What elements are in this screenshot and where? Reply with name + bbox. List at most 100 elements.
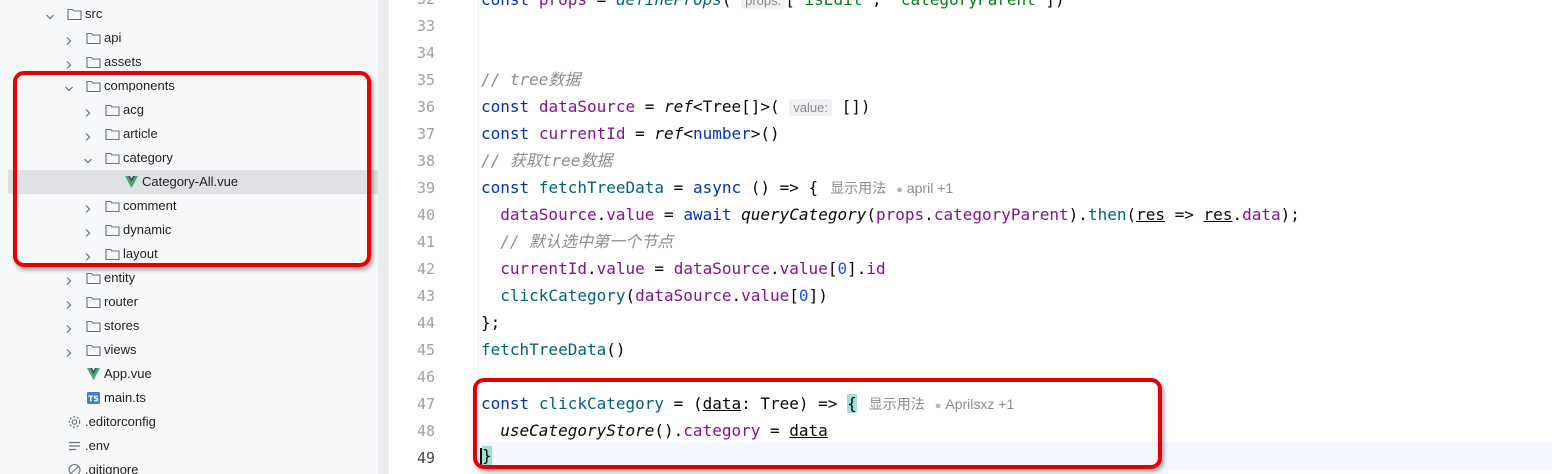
tree-item[interactable]: category xyxy=(0,146,378,170)
code-line-37[interactable]: const currentId = ref<number>() xyxy=(481,120,780,147)
line-number: 40 xyxy=(416,206,435,224)
panel-splitter[interactable] xyxy=(378,0,389,474)
folder-icon xyxy=(67,7,82,21)
code-line-32[interactable]: const props = defineProps( props:['isEdi… xyxy=(481,0,1065,13)
tree-item[interactable]: Category-All.vue xyxy=(8,170,378,194)
tree-item[interactable]: .gitignore xyxy=(0,458,378,474)
chevron-right-icon[interactable] xyxy=(83,105,93,117)
vue-file-icon xyxy=(124,175,139,189)
tree-item[interactable]: layout xyxy=(0,242,378,266)
tree-item-label: category xyxy=(123,150,173,165)
tree-item[interactable]: TS main.ts xyxy=(0,386,378,410)
line-number: 43 xyxy=(416,287,435,305)
tree-item-label: main.ts xyxy=(104,390,146,405)
tree-item-label: comment xyxy=(123,198,177,213)
line-number: 39 xyxy=(416,179,435,197)
tree-item-label: src xyxy=(85,6,103,21)
code-line-43[interactable]: clickCategory(dataSource.value[0]) xyxy=(481,282,828,309)
line-number: 42 xyxy=(416,260,435,278)
chevron-right-icon[interactable] xyxy=(64,57,74,69)
tree-item[interactable]: App.vue xyxy=(0,362,378,386)
tree-item-label: components xyxy=(104,78,175,93)
chevron-right-icon[interactable] xyxy=(64,345,74,357)
folder-icon xyxy=(105,151,120,165)
tree-item[interactable]: entity xyxy=(0,266,378,290)
tree-item-label: dynamic xyxy=(123,222,172,237)
folder-icon xyxy=(105,223,120,237)
folder-icon xyxy=(105,199,120,213)
folder-icon xyxy=(86,319,101,333)
settings-file-icon xyxy=(67,415,82,429)
line-number: 47 xyxy=(416,395,435,413)
code-line-36[interactable]: const dataSource = ref<Tree[]>( value: [… xyxy=(481,93,871,120)
vue-file-icon xyxy=(86,367,101,381)
folder-icon xyxy=(86,343,101,357)
tree-item[interactable]: article xyxy=(0,122,378,146)
folder-icon xyxy=(105,127,120,141)
tree-item[interactable]: dynamic xyxy=(0,218,378,242)
chevron-right-icon[interactable] xyxy=(64,321,74,333)
chevron-right-icon[interactable] xyxy=(83,249,93,261)
folder-icon xyxy=(86,271,101,285)
typescript-file-icon: TS xyxy=(86,391,101,405)
chevron-down-icon[interactable] xyxy=(64,81,74,92)
chevron-right-icon[interactable] xyxy=(83,225,93,237)
current-line-highlight xyxy=(389,442,1552,469)
chevron-down-icon[interactable] xyxy=(45,9,55,20)
tree-item-label: .gitignore xyxy=(85,462,139,474)
tree-item[interactable]: assets xyxy=(0,50,378,74)
tree-item-label: entity xyxy=(104,270,136,285)
code-line-39[interactable]: const fetchTreeData = async () => {显示用法 ●… xyxy=(481,174,953,201)
chevron-right-icon[interactable] xyxy=(83,129,93,141)
tree-item[interactable]: api xyxy=(0,26,378,50)
tree-item-label: router xyxy=(104,294,138,309)
code-editor[interactable]: 32 33 34 35 36 37 38 39 40 41 42 43 44 45 46 47 48 49 con… xyxy=(389,0,1552,474)
folder-icon xyxy=(105,103,120,117)
param-hint: value: xyxy=(789,99,832,116)
env-file-icon xyxy=(67,439,82,453)
line-number: 48 xyxy=(416,422,435,440)
tree-item-label: stores xyxy=(104,318,140,333)
chevron-right-icon[interactable] xyxy=(64,297,74,309)
folder-icon xyxy=(86,55,101,69)
line-number: 35 xyxy=(416,71,435,89)
line-number: 49 xyxy=(416,449,435,467)
tree-item[interactable]: router xyxy=(0,290,378,314)
line-number: 32 xyxy=(389,0,435,13)
tree-item[interactable]: .env xyxy=(0,434,378,458)
tree-item-label: assets xyxy=(104,54,142,69)
tree-item[interactable]: views xyxy=(0,338,378,362)
person-icon: ● xyxy=(896,184,903,196)
chevron-right-icon[interactable] xyxy=(83,201,93,213)
gitignore-file-icon xyxy=(67,463,82,474)
code-line-48[interactable]: useCategoryStore().category = data xyxy=(481,417,828,444)
chevron-down-icon[interactable] xyxy=(83,153,93,164)
usage-hint[interactable]: 显示用法 ● april +1 xyxy=(830,180,953,196)
code-line-44[interactable]: }; xyxy=(481,309,500,336)
line-number: 41 xyxy=(416,233,435,251)
code-line-38[interactable]: // 获取tree数据 xyxy=(481,147,612,174)
tree-item[interactable]: stores xyxy=(0,314,378,338)
svg-text:TS: TS xyxy=(88,395,99,404)
code-line-41[interactable]: // 默认选中第一个节点 xyxy=(481,228,673,255)
code-line-35[interactable]: // tree数据 xyxy=(481,66,580,93)
line-number: 37 xyxy=(416,125,435,143)
project-tree: src api assets components acg article category… xyxy=(0,0,378,474)
tree-item[interactable]: src xyxy=(0,2,378,26)
folder-icon xyxy=(86,295,101,309)
chevron-right-icon[interactable] xyxy=(64,273,74,285)
chevron-right-icon[interactable] xyxy=(64,33,74,45)
usage-hint[interactable]: 显示用法 ● Aprilsxz +1 xyxy=(869,396,1015,412)
tree-item-label: layout xyxy=(123,246,158,261)
code-line-47[interactable]: const clickCategory = (data: Tree) => {显… xyxy=(481,390,1014,417)
tree-item[interactable]: components xyxy=(0,74,378,98)
code-line-49[interactable]: } xyxy=(480,442,492,469)
code-line-42[interactable]: currentId.value = dataSource.value[0].id xyxy=(481,255,885,282)
tree-item-label: article xyxy=(123,126,158,141)
tree-item[interactable]: comment xyxy=(0,194,378,218)
code-line-40[interactable]: dataSource.value = await queryCategory(p… xyxy=(481,201,1300,228)
tree-item[interactable]: .editorconfig xyxy=(0,410,378,434)
code-line-45[interactable]: fetchTreeData() xyxy=(481,336,626,363)
tree-item[interactable]: acg xyxy=(0,98,378,122)
param-hint: props: xyxy=(741,0,786,9)
